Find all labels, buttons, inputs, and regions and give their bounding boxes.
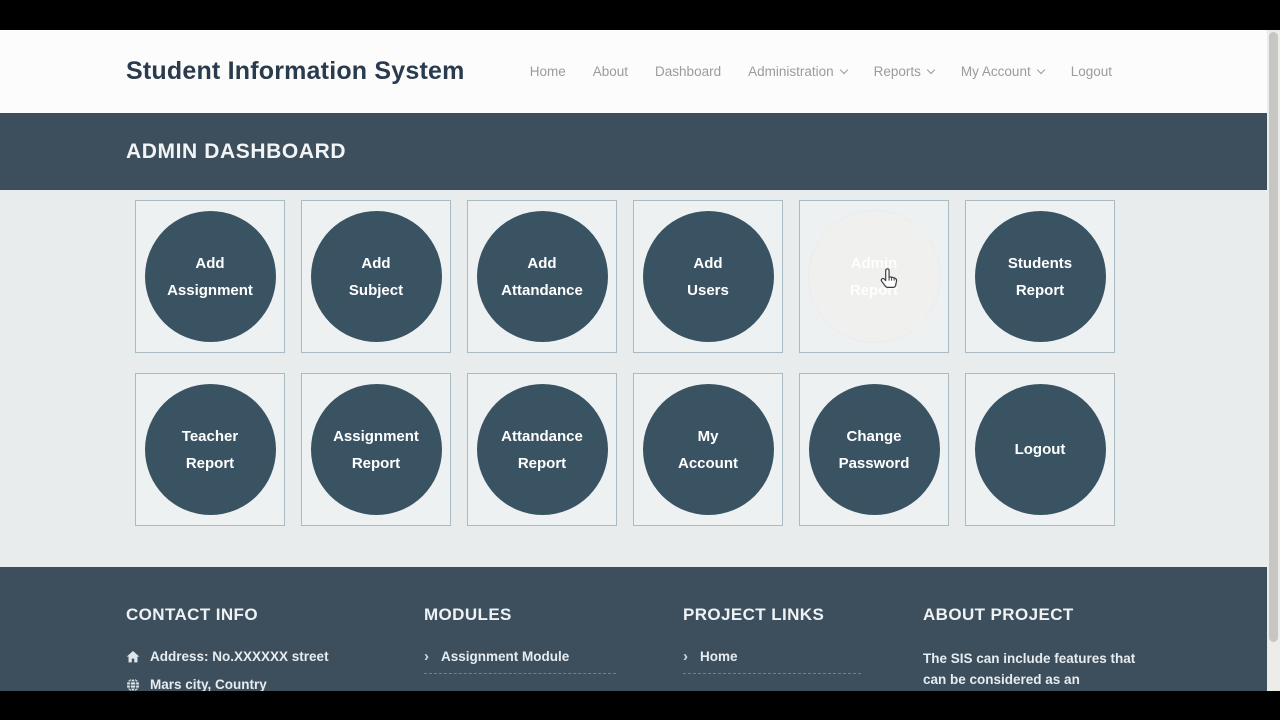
tile-label-line1: My xyxy=(697,427,719,445)
tile-circle[interactable]: Add Attandance xyxy=(476,211,608,342)
page: Student Information System Home About Da… xyxy=(0,30,1280,691)
scrollbar[interactable] xyxy=(1267,30,1280,691)
footer-heading: CONTACT INFO xyxy=(126,605,258,624)
footer-link-home[interactable]: › Home xyxy=(683,649,861,674)
nav-item-my-account[interactable]: My Account xyxy=(960,64,1045,79)
nav-label: About xyxy=(592,64,629,79)
tile-teacher-report[interactable]: Teacher Report xyxy=(135,373,285,526)
nav-label: Dashboard xyxy=(655,64,722,79)
tile-logout[interactable]: Logout xyxy=(965,373,1115,526)
dashboard-content: Add Assignment Add Subject Add Attandanc… xyxy=(0,190,1280,567)
footer-link-label: Assignment Module xyxy=(441,649,570,664)
letterbox-bottom xyxy=(0,691,1280,720)
tile-label-line2: Report xyxy=(517,454,567,472)
home-icon xyxy=(126,650,140,664)
tile-label-line1: Add xyxy=(361,254,391,272)
footer-link-label: Home xyxy=(700,649,738,664)
tile-label-line2: Report xyxy=(351,454,401,472)
site-footer: CONTACT INFO Address: No.XXXXXX street M… xyxy=(0,567,1280,691)
app-window: Student Information System Home About Da… xyxy=(0,0,1280,720)
brand-title[interactable]: Student Information System xyxy=(126,57,465,86)
contact-city-text: Mars city, Country xyxy=(150,677,267,691)
tile-label-line2: Assignment xyxy=(167,281,253,299)
footer-contact-info: CONTACT INFO Address: No.XXXXXX street M… xyxy=(126,605,424,691)
scrollbar-thumb[interactable] xyxy=(1269,32,1278,642)
tile-label-line1: Add xyxy=(195,254,225,272)
chevron-down-icon xyxy=(1036,65,1045,74)
tile-label-line1: Students xyxy=(1007,254,1073,272)
nav-item-logout[interactable]: Logout xyxy=(1071,64,1112,79)
tile-label-line1: Add xyxy=(693,254,723,272)
tile-label-line2: Users xyxy=(687,281,729,299)
nav-label: My Account xyxy=(960,64,1031,79)
footer-link-assignment-module[interactable]: › Assignment Module xyxy=(424,649,616,674)
footer-heading: PROJECT LINKS xyxy=(683,605,825,624)
tile-circle[interactable]: Add Subject xyxy=(310,211,442,342)
tile-circle[interactable]: My Account xyxy=(642,384,774,515)
footer-project-links: PROJECT LINKS › Home xyxy=(683,605,923,691)
globe-icon xyxy=(126,677,140,691)
tile-add-attandance[interactable]: Add Attandance xyxy=(467,200,617,353)
footer-modules: MODULES › Assignment Module xyxy=(424,605,683,691)
tile-circle[interactable]: Teacher Report xyxy=(144,384,276,515)
tile-circle[interactable]: Add Assignment xyxy=(144,211,276,342)
tile-change-password[interactable]: Change Password xyxy=(799,373,949,526)
nav-item-about[interactable]: About xyxy=(593,64,628,79)
page-banner: ADMIN DASHBOARD xyxy=(0,113,1280,190)
contact-address: Address: No.XXXXXX street xyxy=(126,649,424,664)
nav-label: Home xyxy=(529,64,566,79)
tile-circle[interactable]: Admin Report xyxy=(808,211,940,342)
nav-label: Logout xyxy=(1070,64,1112,79)
tile-label-line1: Logout xyxy=(1014,441,1066,458)
tile-label-line1: Assignment xyxy=(333,427,419,445)
tile-attandance-report[interactable]: Attandance Report xyxy=(467,373,617,526)
chevron-right-icon: › xyxy=(683,648,688,665)
tile-circle[interactable]: Logout xyxy=(974,384,1106,515)
tile-circle[interactable]: Add Users xyxy=(642,211,774,342)
nav-item-administration[interactable]: Administration xyxy=(748,64,848,79)
tile-label-line2: Report xyxy=(185,454,235,472)
tile-admin-report[interactable]: Admin Report xyxy=(799,200,949,353)
tile-label-line2: Report xyxy=(1015,281,1065,299)
site-header: Student Information System Home About Da… xyxy=(0,30,1280,113)
tile-assignment-report[interactable]: Assignment Report xyxy=(301,373,451,526)
main-nav: Home About Dashboard Administration Repo… xyxy=(530,64,1154,79)
tile-my-account[interactable]: My Account xyxy=(633,373,783,526)
tile-circle[interactable]: Assignment Report xyxy=(310,384,442,515)
contact-address-text: Address: No.XXXXXX street xyxy=(150,649,329,664)
tile-circle[interactable]: Change Password xyxy=(808,384,940,515)
footer-heading: ABOUT PROJECT xyxy=(923,605,1074,624)
footer-heading: MODULES xyxy=(424,605,512,624)
tile-students-report[interactable]: Students Report xyxy=(965,200,1115,353)
page-title: ADMIN DASHBOARD xyxy=(126,139,347,163)
nav-label: Administration xyxy=(748,64,834,79)
tile-label-line2: Password xyxy=(838,454,910,472)
nav-label: Reports xyxy=(873,64,921,79)
letterbox-top xyxy=(0,0,1280,30)
cursor-pointer-icon xyxy=(880,268,898,288)
about-project-text: The SIS can include features that can be… xyxy=(923,651,1136,687)
tile-label-line2: Attandance xyxy=(501,281,583,299)
contact-city: Mars city, Country xyxy=(126,677,424,691)
tile-label-line1: Teacher xyxy=(181,427,239,445)
tile-add-assignment[interactable]: Add Assignment xyxy=(135,200,285,353)
footer-about-project: ABOUT PROJECT The SIS can include featur… xyxy=(923,605,1154,691)
chevron-down-icon xyxy=(926,65,936,74)
tile-label-line1: Attandance xyxy=(501,427,583,445)
tile-label-line1: Change xyxy=(846,427,902,445)
tile-grid: Add Assignment Add Subject Add Attandanc… xyxy=(126,190,1154,526)
tile-circle[interactable]: Attandance Report xyxy=(476,384,608,515)
tile-label-line2: Subject xyxy=(348,281,404,299)
tile-add-subject[interactable]: Add Subject xyxy=(301,200,451,353)
nav-item-reports[interactable]: Reports xyxy=(873,64,936,79)
tile-add-users[interactable]: Add Users xyxy=(633,200,783,353)
chevron-down-icon xyxy=(839,65,848,74)
chevron-right-icon: › xyxy=(424,648,429,665)
tile-label-line1: Add xyxy=(527,254,557,272)
tile-label-line2: Account xyxy=(678,454,738,472)
tile-circle[interactable]: Students Report xyxy=(974,211,1106,342)
nav-item-dashboard[interactable]: Dashboard xyxy=(655,64,721,79)
nav-item-home[interactable]: Home xyxy=(530,64,566,79)
